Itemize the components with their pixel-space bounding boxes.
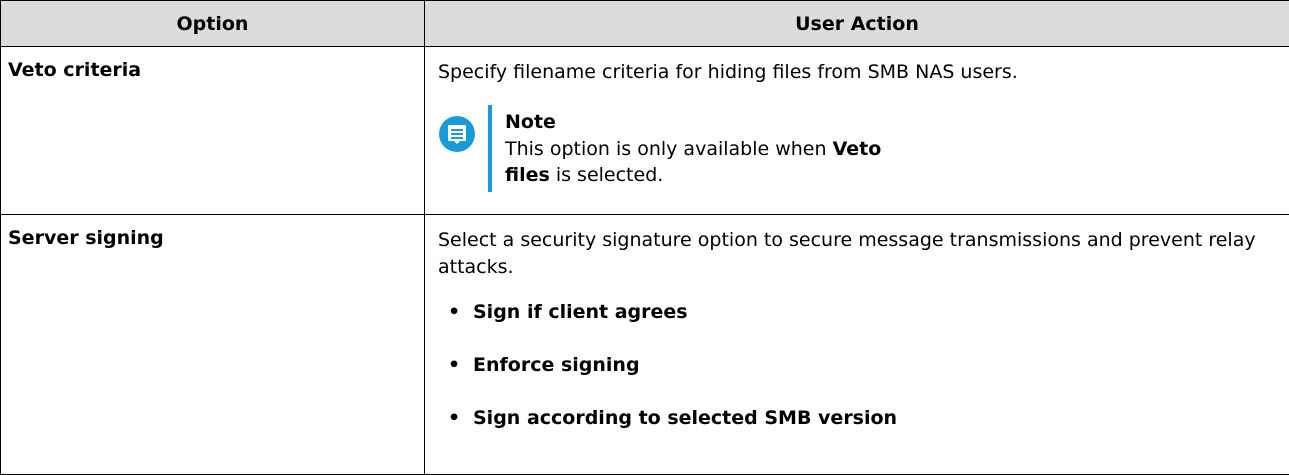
note-speech-bubble-icon (439, 116, 475, 152)
option-cell: Server signing (1, 215, 425, 475)
note-accent-bar (488, 105, 492, 192)
bullet-icon: • (448, 348, 473, 382)
list-item-label: Enforce signing (473, 354, 640, 376)
action-cell: Select a security signature option to se… (425, 215, 1289, 475)
table-header-row: Option User Action (1, 1, 1289, 47)
options-table: Option User Action Veto criteria Specify… (0, 0, 1289, 475)
note-title: Note (505, 109, 905, 136)
bullet-icon: • (448, 295, 473, 329)
list-item: •Enforce signing (438, 348, 1273, 401)
bullet-list: •Sign if client agrees •Enforce signing … (438, 295, 1273, 454)
list-item-label: Sign if client agrees (473, 301, 688, 323)
note-text-part: is selected. (550, 164, 664, 186)
table-row: Server signing Select a security signatu… (1, 215, 1289, 475)
column-header-user-action: User Action (425, 1, 1289, 47)
table-row: Veto criteria Specify filename criteria … (1, 47, 1289, 215)
note-text-part: This option is only available when (505, 138, 833, 160)
action-cell: Specify filename criteria for hiding fil… (425, 47, 1289, 215)
note-body: Note This option is only available when … (505, 105, 905, 188)
action-text: Specify filename criteria for hiding fil… (438, 59, 1273, 86)
action-text: Select a security signature option to se… (438, 227, 1273, 281)
bullet-icon: • (448, 401, 473, 435)
list-item-label: Sign according to selected SMB version (473, 407, 897, 429)
note-text: This option is only available when Veto … (505, 136, 905, 188)
list-item: •Sign according to selected SMB version (438, 401, 1273, 454)
note-callout: Note This option is only available when … (438, 105, 1273, 192)
option-cell: Veto criteria (1, 47, 425, 215)
column-header-option: Option (1, 1, 425, 47)
list-item: •Sign if client agrees (438, 295, 1273, 348)
